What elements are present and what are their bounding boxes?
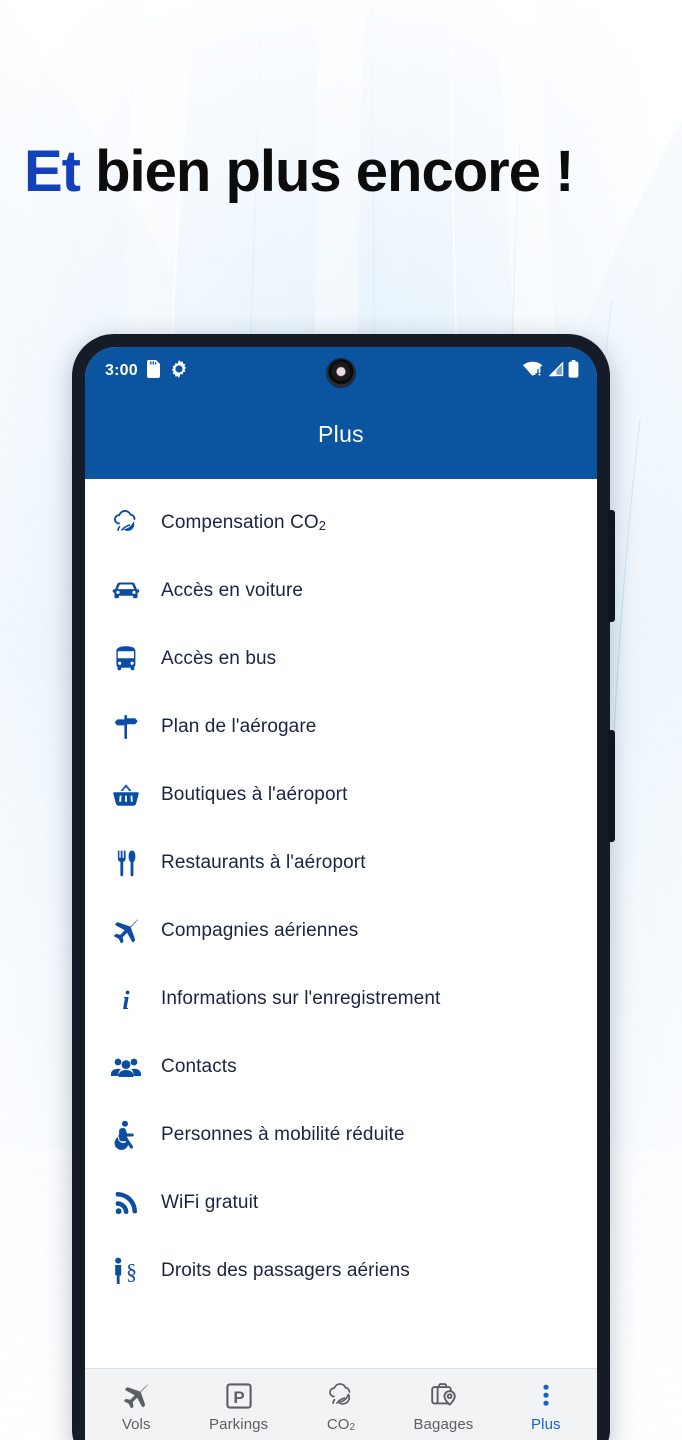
phone-screen: 3:00 Plus Compensation CO2 Accès en voit… [85, 347, 597, 1440]
svg-text:§: § [126, 1259, 137, 1284]
list-item-label: Compensation CO2 [161, 512, 327, 533]
co2-cloud-leaf-icon [109, 506, 143, 540]
svg-text:P: P [233, 1388, 244, 1407]
phone-volume-button[interactable] [608, 510, 615, 622]
list-item-restaurants-a-laeroport[interactable]: Restaurants à l'aéroport [85, 829, 597, 897]
people-group-icon [109, 1050, 143, 1084]
phone-power-button[interactable] [608, 730, 615, 842]
list-item-label: Informations sur l'enregistrement [161, 988, 441, 1009]
nav-item-plus[interactable]: Plus [495, 1381, 597, 1433]
app-bar: 3:00 Plus [85, 347, 597, 479]
list-item-label: Droits des passagers aériens [161, 1260, 410, 1281]
shopping-basket-icon [109, 778, 143, 812]
list-item-label: Restaurants à l'aéroport [161, 852, 366, 873]
front-camera-punch-hole [327, 359, 355, 387]
luggage-pin-icon [429, 1381, 457, 1411]
headline-accent: Et [24, 139, 81, 204]
list-item-label: Boutiques à l'aéroport [161, 784, 348, 805]
list-item-label: Compagnies aériennes [161, 920, 359, 941]
list-item-droits-passagers-aeriens[interactable]: § Droits des passagers aériens [85, 1237, 597, 1305]
cellular-signal-icon [547, 360, 564, 382]
nav-item-label: Plus [531, 1416, 561, 1433]
list-item-acces-en-voiture[interactable]: Accès en voiture [85, 557, 597, 625]
more-vertical-dots-icon [541, 1381, 551, 1411]
parking-p-icon: P [225, 1381, 253, 1411]
more-menu-list: Compensation CO2 Accès en voiture Accès … [85, 479, 597, 1368]
wheelchair-icon [109, 1118, 143, 1152]
list-item-boutiques-a-laeroport[interactable]: Boutiques à l'aéroport [85, 761, 597, 829]
status-bar-right [523, 347, 579, 395]
passenger-rights-icon: § [109, 1254, 143, 1288]
status-clock: 3:00 [105, 362, 138, 379]
airplane-icon [121, 1381, 151, 1411]
svg-text:i: i [122, 986, 130, 1013]
co2-cloud-leaf-icon [326, 1381, 356, 1411]
sd-card-icon [146, 359, 162, 383]
list-item-label: WiFi gratuit [161, 1192, 259, 1213]
list-item-label: Personnes à mobilité réduite [161, 1124, 405, 1145]
list-item-compensation-co2[interactable]: Compensation CO2 [85, 489, 597, 557]
nav-item-label: Parkings [209, 1416, 269, 1433]
headline-rest: bien plus encore ! [80, 139, 574, 204]
nav-item-bagages[interactable]: Bagages [392, 1381, 494, 1433]
list-item-plan-de-laerogare[interactable]: Plan de l'aérogare [85, 693, 597, 761]
nav-item-label: CO2 [326, 1416, 356, 1433]
list-item-label: Plan de l'aérogare [161, 716, 317, 737]
page-headline: Et bien plus encore ! [24, 139, 574, 204]
status-bar: 3:00 [85, 347, 597, 395]
battery-icon [568, 359, 579, 383]
nav-item-vols[interactable]: Vols [85, 1381, 187, 1433]
list-item-personnes-mobilite-reduite[interactable]: Personnes à mobilité réduite [85, 1101, 597, 1169]
wifi-warning-icon [523, 361, 543, 382]
list-item-acces-en-bus[interactable]: Accès en bus [85, 625, 597, 693]
list-item-label: Accès en bus [161, 648, 277, 669]
nav-item-label: Vols [121, 1416, 151, 1433]
car-icon [109, 574, 143, 608]
list-item-informations-enregistrement[interactable]: i Informations sur l'enregistrement [85, 965, 597, 1033]
status-bar-left: 3:00 [105, 359, 188, 383]
list-item-wifi-gratuit[interactable]: WiFi gratuit [85, 1169, 597, 1237]
wifi-rss-icon [109, 1186, 143, 1220]
nav-item-label: Bagages [413, 1416, 474, 1433]
bus-icon [109, 642, 143, 676]
signpost-icon [109, 710, 143, 744]
nav-item-parkings[interactable]: P Parkings [187, 1381, 289, 1433]
list-item-contacts[interactable]: Contacts [85, 1033, 597, 1101]
app-bar-title: Plus [318, 421, 364, 447]
phone-mockup: 3:00 Plus Compensation CO2 Accès en voit… [72, 334, 615, 1440]
list-item-label: Accès en voiture [161, 580, 304, 601]
restaurant-icon [109, 846, 143, 880]
list-item-compagnies-aeriennes[interactable]: Compagnies aériennes [85, 897, 597, 965]
gear-icon [170, 359, 188, 383]
info-italic-icon: i [109, 982, 143, 1016]
list-item-label: Contacts [161, 1056, 237, 1077]
airplane-icon [109, 914, 143, 948]
bottom-navigation-bar: Vols P Parkings CO2 Bagages Plus [85, 1368, 597, 1440]
nav-item-co2[interactable]: CO2 [290, 1381, 392, 1433]
